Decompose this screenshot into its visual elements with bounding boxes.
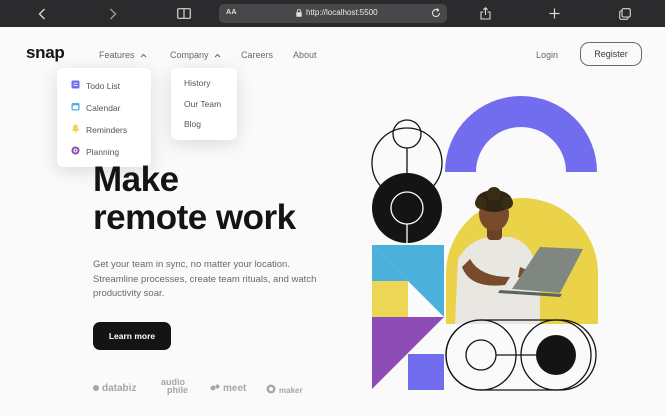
hero-headline: Make remote work [93,161,296,237]
hero-subtext: Get your team in sync, no matter your lo… [93,259,317,299]
nav-features[interactable]: Features [99,50,147,60]
partner-meet-label: meet [223,383,247,394]
menu-item-blog[interactable]: Blog [184,119,201,129]
chevron-up-icon [140,50,147,60]
new-tab-icon[interactable] [547,0,561,27]
maker-logo-icon [266,384,276,396]
meet-logo-icon [210,383,220,394]
company-dropdown: History Our Team Blog [171,68,237,140]
menu-item-planning[interactable]: Planning [71,146,119,157]
bell-icon [71,124,80,135]
back-icon[interactable] [34,0,50,27]
menu-item-history[interactable]: History [184,78,210,88]
nav-features-label: Features [99,50,135,60]
partner-maker: maker [266,384,303,396]
learn-more-button[interactable]: Learn more [93,322,171,350]
menu-item-reminders[interactable]: Reminders [71,124,127,135]
url-text: http://localhost:5500 [306,8,378,17]
features-dropdown: Todo List Calendar Reminders Planning [57,68,151,167]
page: snap Features Company Careers About Logi… [0,27,665,416]
partner-audiophile-bottom: phile [167,385,189,395]
partner-databiz: databiz [93,383,136,394]
text-size-button[interactable]: AA [226,9,237,16]
forward-icon[interactable] [105,0,121,27]
menu-item-label: Todo List [86,80,121,91]
partner-audiophile: audio phile [161,378,189,395]
reload-icon[interactable] [431,8,441,20]
share-icon[interactable] [478,0,492,27]
tabs-overview-icon[interactable] [618,0,632,27]
nav-company-label: Company [170,50,209,60]
partner-maker-label: maker [279,385,303,395]
nav-about[interactable]: About [293,50,317,60]
databiz-logo-icon [93,383,99,394]
chevron-up-icon [214,50,221,60]
todo-list-icon [71,80,80,91]
nav-careers[interactable]: Careers [241,50,273,60]
menu-item-todo-list[interactable]: Todo List [71,80,120,91]
logo[interactable]: snap [26,43,65,63]
partner-meet: meet [210,383,246,394]
purple-square-shape [408,354,444,390]
yellow-square-shape [372,281,408,317]
planning-icon [71,146,80,157]
register-button[interactable]: Register [580,42,642,66]
menu-item-label: Planning [86,146,120,157]
lock-icon [296,9,302,19]
address-bar[interactable]: AA http://localhost:5500 [219,4,447,23]
purple-arch-shape [445,96,597,172]
hero-headline-line2: remote work [93,198,296,237]
person-photo [446,187,598,324]
login-link[interactable]: Login [536,50,558,60]
hero-headline-line1: Make [93,160,179,199]
calendar-icon [71,102,80,113]
partner-databiz-label: databiz [102,383,137,394]
nav-company[interactable]: Company [170,50,221,60]
menu-item-calendar[interactable]: Calendar [71,102,121,113]
menu-item-label: Calendar [86,102,121,113]
browser-toolbar: AA http://localhost:5500 [0,0,665,27]
menu-item-our-team[interactable]: Our Team [184,99,221,109]
menu-item-label: Reminders [86,124,128,135]
reader-view-icon[interactable] [175,0,193,27]
